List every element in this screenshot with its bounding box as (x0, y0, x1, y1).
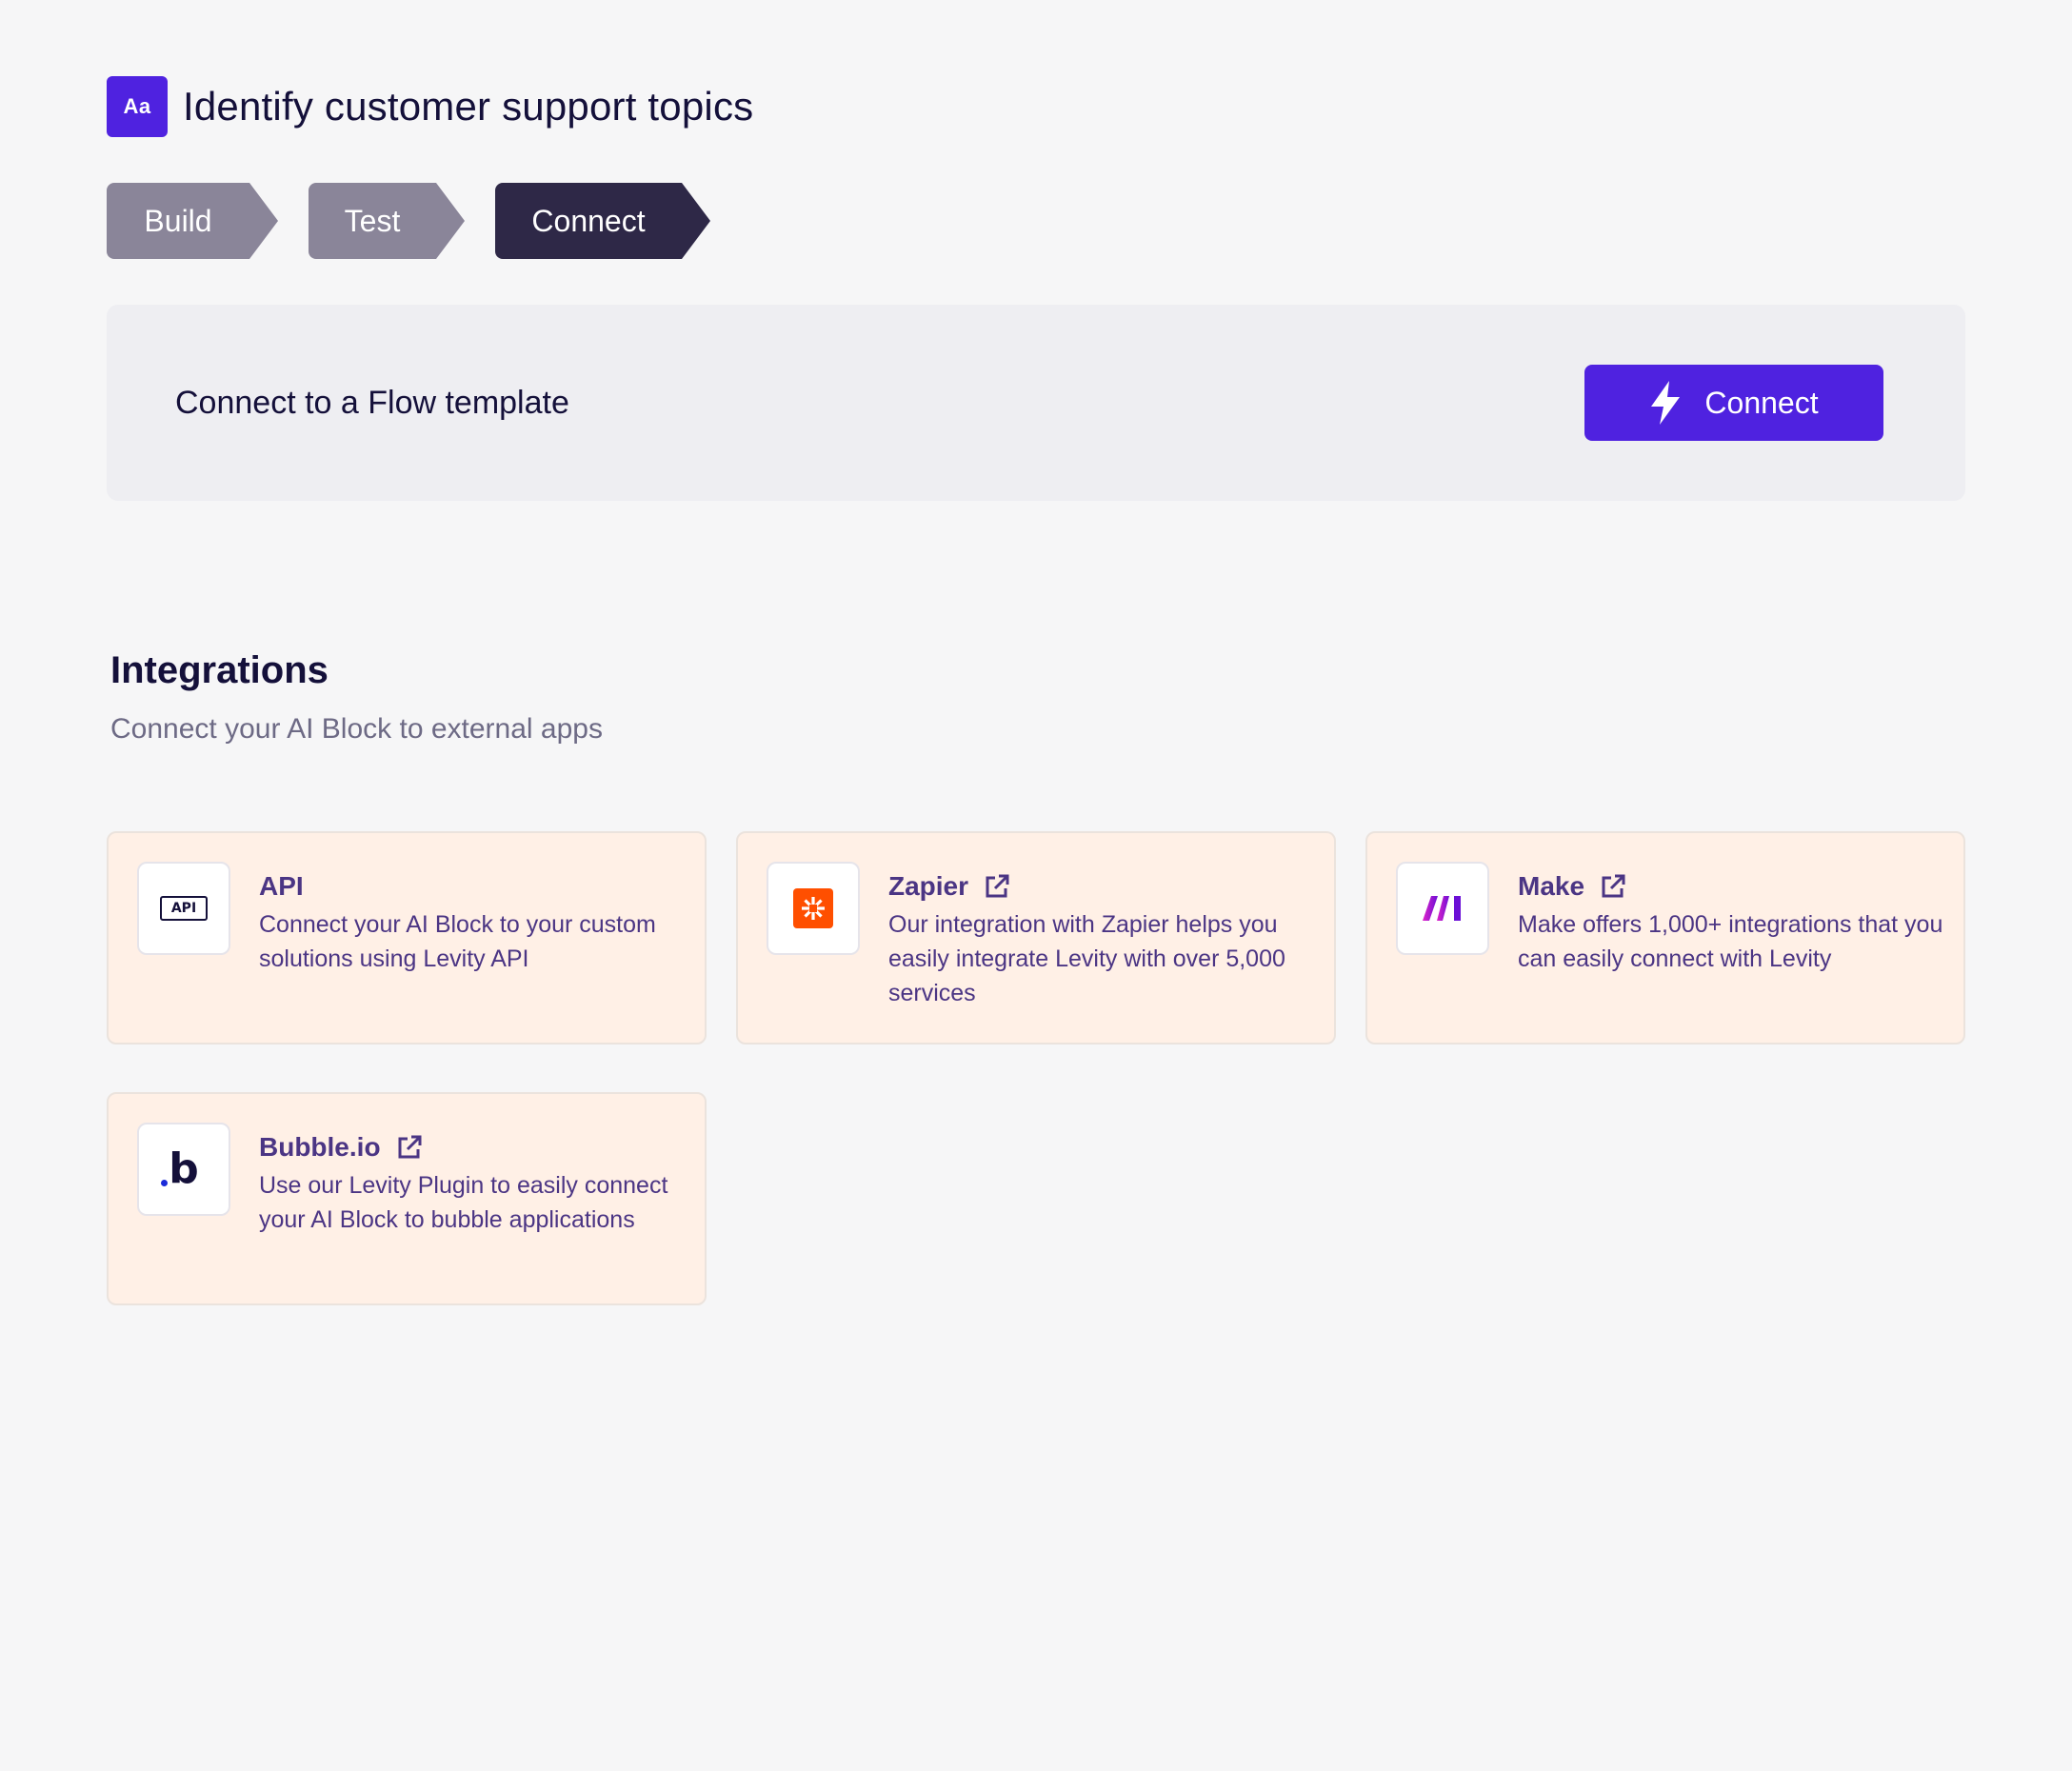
asterisk-icon (802, 897, 825, 920)
api-icon-label: API (160, 896, 208, 921)
card-description: Make offers 1,000+ integrations that you… (1518, 911, 1943, 972)
bubble-letter: b (169, 1144, 199, 1193)
bubble-dot (161, 1180, 169, 1186)
card-title-row: Zapier (888, 867, 1315, 905)
card-description: Our integration with Zapier helps you ea… (888, 911, 1285, 1006)
card-title-row: API (259, 867, 686, 905)
card-description: Connect your AI Block to your custom sol… (259, 911, 656, 972)
bubble-logo: b (161, 1148, 199, 1190)
card-description: Use our Levity Plugin to easily connect … (259, 1172, 668, 1233)
step-connect[interactable]: Connect (495, 183, 710, 259)
connect-button-label: Connect (1704, 385, 1819, 420)
card-title: Make (1518, 871, 1585, 901)
card-title: API (259, 871, 304, 901)
integration-card-bubble[interactable]: b Bubble.io Use our Levity Plugin to eas… (107, 1092, 707, 1305)
page-title: Identify customer support topics (183, 84, 754, 129)
connect-button[interactable]: Connect (1584, 365, 1883, 441)
integrations-subtitle: Connect your AI Block to external apps (110, 713, 603, 745)
api-icon: API (137, 862, 230, 955)
card-title: Zapier (888, 871, 969, 901)
zapier-icon (767, 862, 860, 955)
step-build[interactable]: Build (107, 183, 278, 259)
card-body: Make Make offers 1,000+ integrations tha… (1518, 867, 1944, 976)
integration-card-api[interactable]: API API Connect your AI Block to your cu… (107, 831, 707, 1045)
card-title: Bubble.io (259, 1132, 381, 1162)
header: Aa Identify customer support topics (107, 76, 1965, 137)
integrations-grid: API API Connect your AI Block to your cu… (107, 831, 1965, 1305)
external-link-icon[interactable] (984, 873, 1010, 900)
make-logo (1423, 896, 1461, 921)
external-link-icon[interactable] (396, 1134, 423, 1161)
step-test[interactable]: Test (309, 183, 465, 259)
connect-panel-title: Connect to a Flow template (175, 384, 569, 421)
lightning-bolt-icon (1651, 381, 1681, 425)
integration-card-make[interactable]: Make Make offers 1,000+ integrations tha… (1365, 831, 1965, 1045)
integration-card-zapier[interactable]: Zapier Our integration with Zapier helps… (736, 831, 1336, 1045)
card-body: API Connect your AI Block to your custom… (259, 867, 686, 976)
page: Aa Identify customer support topics Buil… (107, 76, 1965, 1305)
external-link-icon[interactable] (1600, 873, 1626, 900)
text-block-icon: Aa (107, 76, 168, 137)
connect-flow-panel: Connect to a Flow template Connect (107, 305, 1965, 501)
card-title-row: Make (1518, 867, 1944, 905)
card-title-row: Bubble.io (259, 1128, 686, 1166)
make-icon (1396, 862, 1489, 955)
step-navigation: Build Test Connect (107, 183, 1965, 259)
zapier-logo (793, 888, 833, 928)
bubble-icon: b (137, 1123, 230, 1216)
card-body: Zapier Our integration with Zapier helps… (888, 867, 1315, 1010)
card-body: Bubble.io Use our Levity Plugin to easil… (259, 1128, 686, 1237)
integrations-title: Integrations (110, 649, 329, 691)
